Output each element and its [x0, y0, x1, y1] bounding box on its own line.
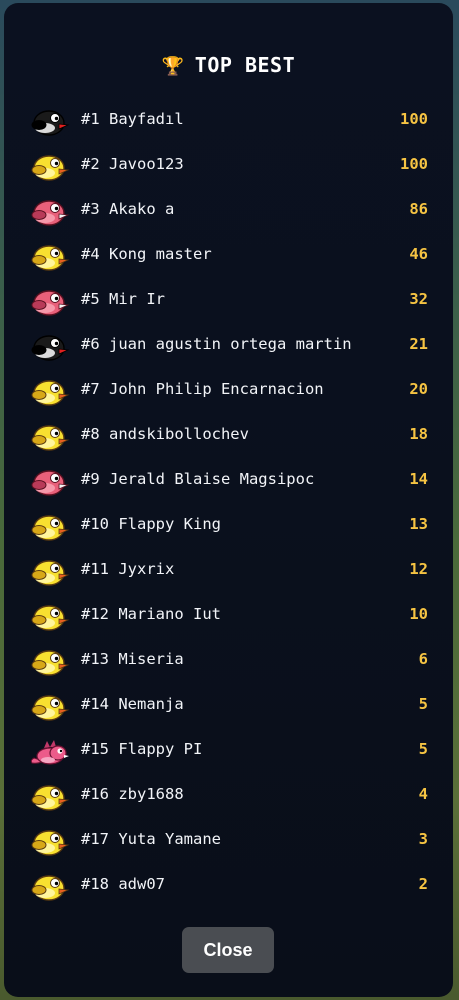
bird-pink-icon [31, 200, 70, 226]
leaderboard-modal: 🏆 TOP BEST #1 Bayfadıl 100 #2 Javoo123 10… [4, 3, 453, 997]
player-score: 18 [409, 425, 428, 443]
leaderboard-row: #4 Kong master 46 [4, 235, 453, 280]
bird-yellow-icon [31, 515, 70, 541]
player-name: #11 Jyxrix [81, 560, 175, 578]
player-score: 100 [400, 155, 428, 173]
player-score: 32 [409, 290, 428, 308]
player-score: 12 [409, 560, 428, 578]
player-score: 3 [418, 830, 428, 848]
bird-yellow-icon [31, 425, 70, 451]
player-name: #9 Jerald Blaise Magsipoc [81, 470, 315, 488]
player-name: #14 Nemanja [81, 695, 184, 713]
player-name: #8 andskibollochev [81, 425, 249, 443]
leaderboard-row: #3 Akako a 86 [4, 190, 453, 235]
bird-yellow-icon [31, 650, 70, 676]
bird-yellow-icon [31, 605, 70, 631]
leaderboard-row: #7 John Philip Encarnacion 20 [4, 370, 453, 415]
leaderboard-row: #13 Miseria 6 [4, 640, 453, 685]
bird-yellow-icon [31, 155, 70, 181]
player-name: #5 Mir Ir [81, 290, 165, 308]
bird-yellow-icon [31, 380, 70, 406]
leaderboard-row: #10 Flappy King 13 [4, 505, 453, 550]
player-score: 4 [418, 785, 428, 803]
player-name: #15 Flappy PI [81, 740, 203, 758]
bird-yellow-icon [31, 875, 70, 901]
player-name: #4 Kong master [81, 245, 212, 263]
leaderboard-row: #9 Jerald Blaise Magsipoc 14 [4, 460, 453, 505]
player-score: 46 [409, 245, 428, 263]
leaderboard-row: #12 Mariano Iut 10 [4, 595, 453, 640]
leaderboard-title: 🏆 TOP BEST [4, 53, 453, 77]
player-name: #13 Miseria [81, 650, 184, 668]
leaderboard-row: #8 andskibollochev 18 [4, 415, 453, 460]
player-score: 2 [418, 875, 428, 893]
leaderboard-row: #18 adw07 2 [4, 865, 453, 910]
player-score: 5 [418, 740, 428, 758]
player-name: #3 Akako a [81, 200, 175, 218]
leaderboard-row: #11 Jyxrix 12 [4, 550, 453, 595]
player-score: 5 [418, 695, 428, 713]
close-button[interactable]: Close [182, 927, 274, 973]
player-name: #2 Javoo123 [81, 155, 184, 173]
player-name: #1 Bayfadıl [81, 110, 184, 128]
bird-black-icon [31, 110, 70, 136]
leaderboard-row: #5 Mir Ir 32 [4, 280, 453, 325]
player-score: 100 [400, 110, 428, 128]
bird-yellow-icon [31, 830, 70, 856]
player-score: 86 [409, 200, 428, 218]
bird-yellow-icon [31, 785, 70, 811]
player-name: #16 zby1688 [81, 785, 184, 803]
player-score: 10 [409, 605, 428, 623]
bird-black-icon [31, 335, 70, 361]
player-name: #12 Mariano Iut [81, 605, 221, 623]
player-name: #10 Flappy King [81, 515, 221, 533]
trophy-icon: 🏆 [161, 56, 185, 77]
bird-yellow-icon [31, 695, 70, 721]
player-name: #18 adw07 [81, 875, 165, 893]
leaderboard-row: #6 juan agustin ortega martin 21 [4, 325, 453, 370]
bird-pink-icon [31, 470, 70, 496]
leaderboard-title-text: TOP BEST [194, 53, 296, 77]
player-score: 14 [409, 470, 428, 488]
player-score: 6 [418, 650, 428, 668]
leaderboard-row: #2 Javoo123 100 [4, 145, 453, 190]
bird-pink-icon [31, 290, 70, 316]
leaderboard-row: #1 Bayfadıl 100 [4, 100, 453, 145]
bird-yellow-icon [31, 560, 70, 586]
bird-yellow-icon [31, 245, 70, 271]
player-name: #7 John Philip Encarnacion [81, 380, 324, 398]
leaderboard-row: #15 Flappy PI 5 [4, 730, 453, 775]
player-name: #17 Yuta Yamane [81, 830, 221, 848]
leaderboard-row: #14 Nemanja 5 [4, 685, 453, 730]
player-score: 20 [409, 380, 428, 398]
leaderboard-list: #1 Bayfadıl 100 #2 Javoo123 100 #3 Akako… [4, 100, 453, 910]
player-score: 13 [409, 515, 428, 533]
player-score: 21 [409, 335, 428, 353]
player-name: #6 juan agustin ortega martin [81, 335, 352, 353]
bird-dragon-icon [30, 740, 69, 765]
leaderboard-row: #16 zby1688 4 [4, 775, 453, 820]
leaderboard-row: #17 Yuta Yamane 3 [4, 820, 453, 865]
